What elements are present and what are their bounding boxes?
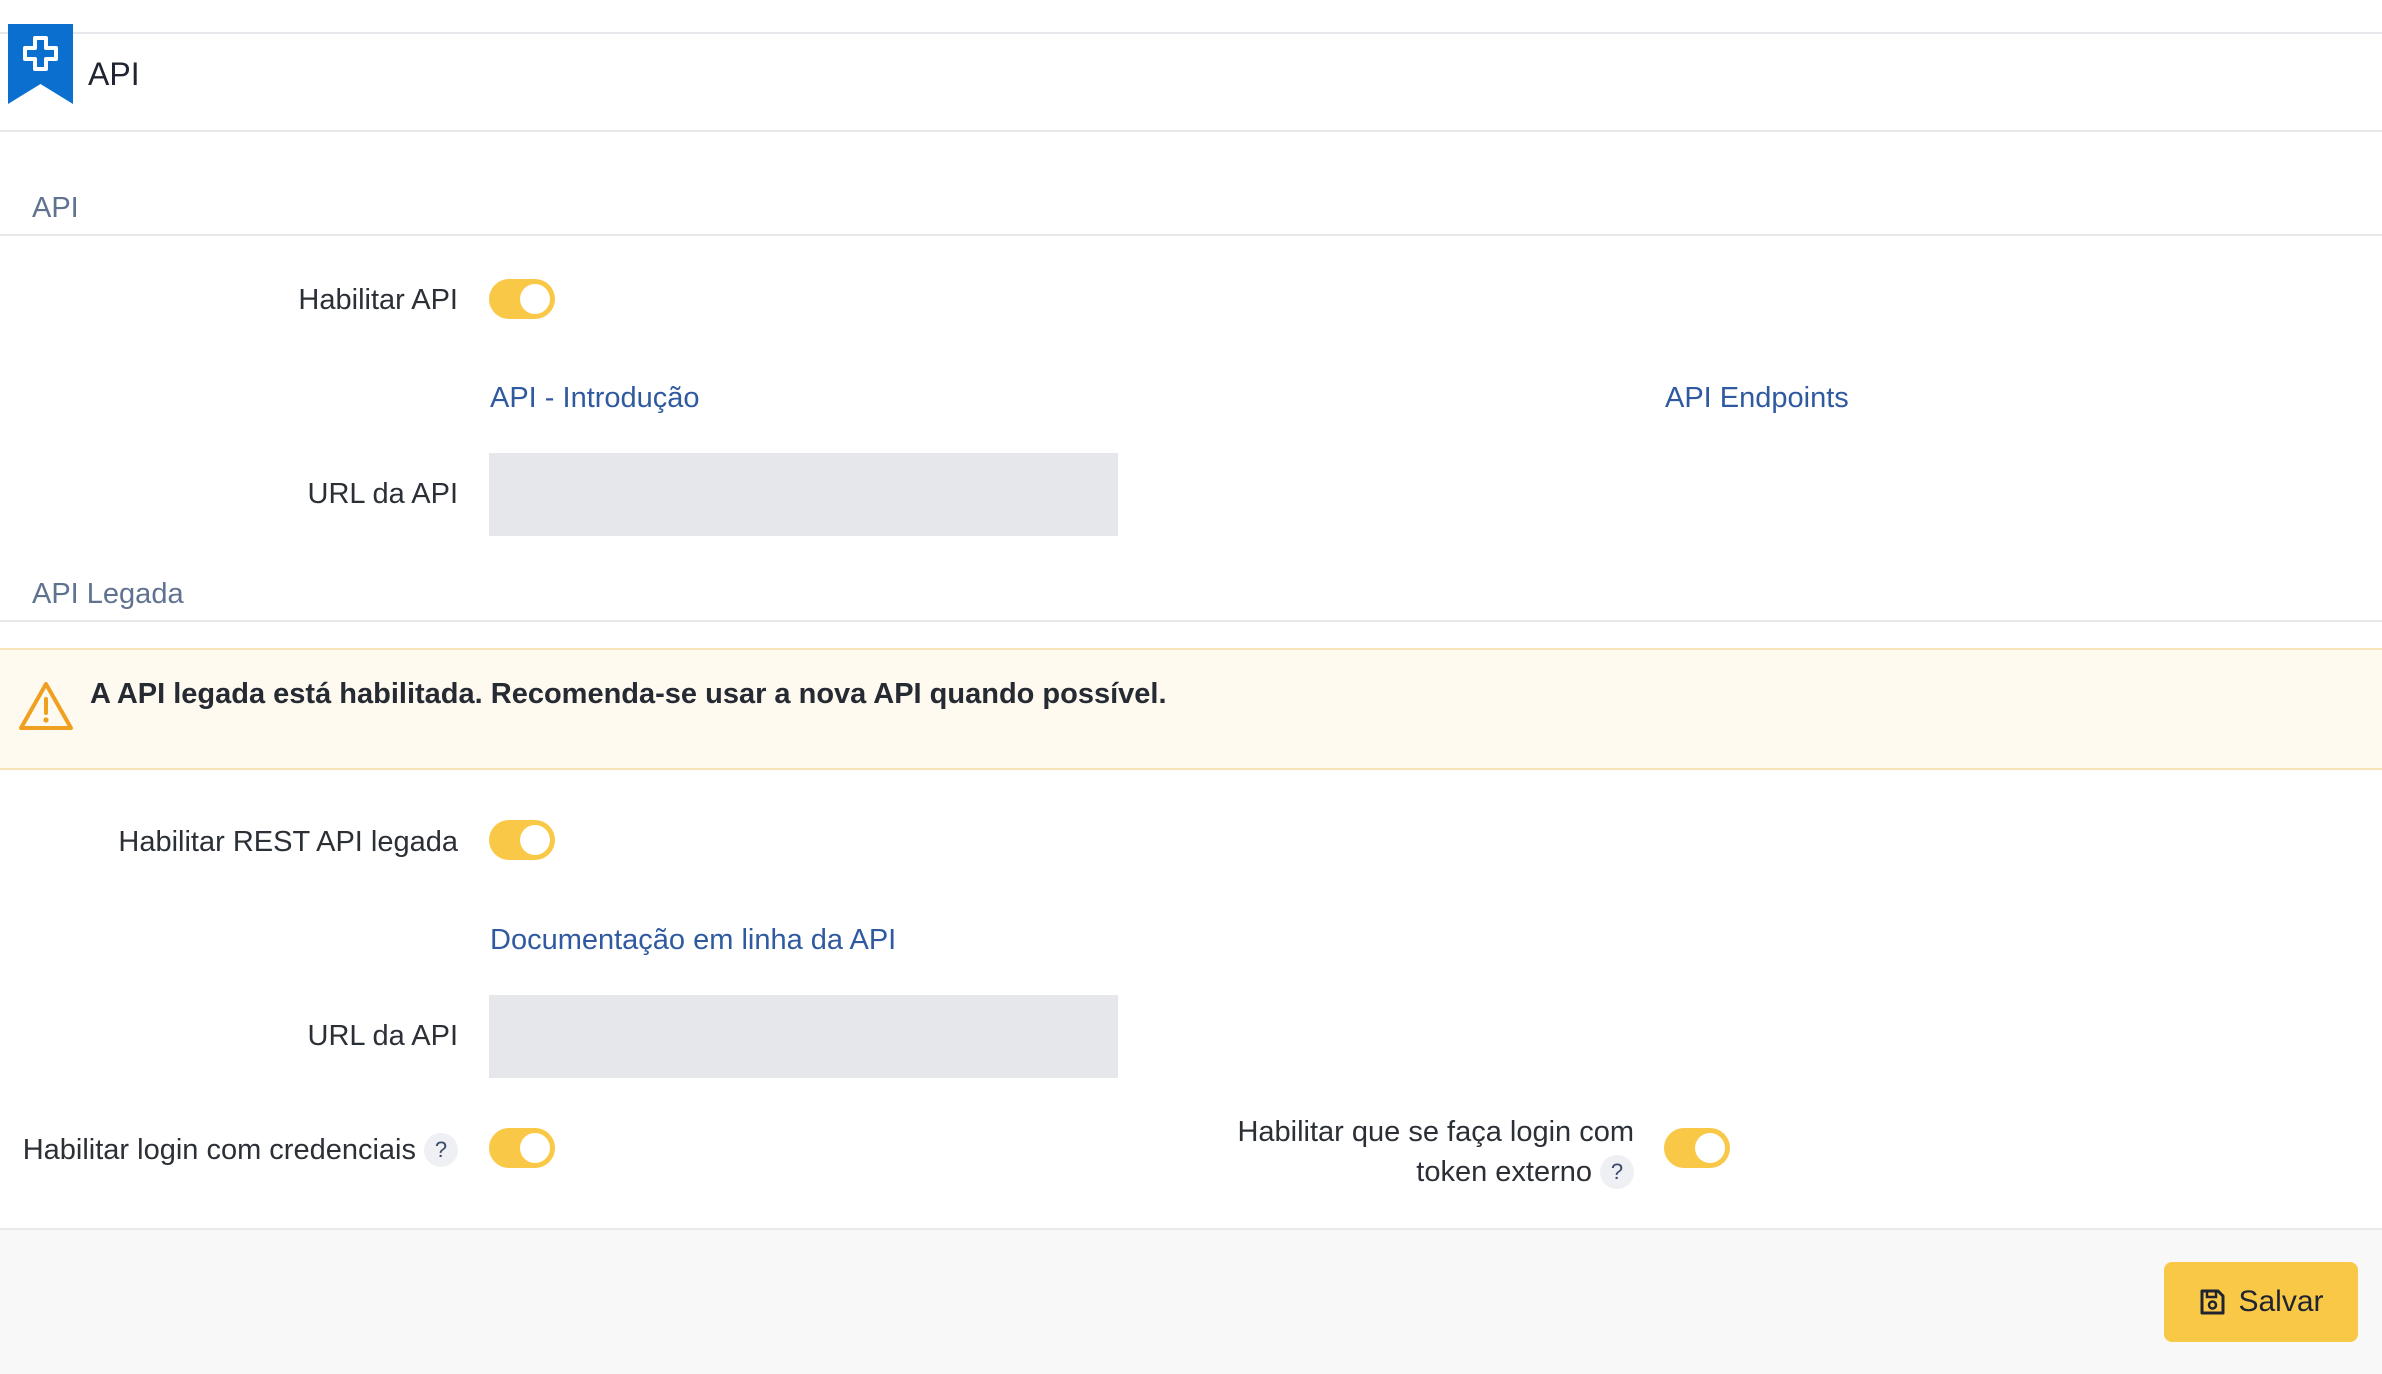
login-credentials-label-row: Habilitar login com credenciais ?: [23, 1130, 458, 1170]
enable-legacy-rest-label: Habilitar REST API legada: [118, 826, 458, 858]
section-title-api: API: [32, 192, 79, 224]
api-url-input[interactable]: [489, 453, 1118, 536]
enable-legacy-rest-toggle[interactable]: [489, 820, 555, 860]
enable-api-label: Habilitar API: [298, 284, 458, 316]
login-credentials-label: Habilitar login com credenciais: [22, 1134, 416, 1166]
form-footer: Salvar: [0, 1228, 2382, 1374]
api-intro-link[interactable]: API - Introdução: [490, 378, 700, 418]
page-title: API: [88, 56, 140, 92]
api-url-label: URL da API: [307, 478, 458, 510]
enable-api-toggle[interactable]: [489, 279, 555, 319]
warning-icon: [19, 682, 73, 730]
api-docs-link[interactable]: Documentação em linha da API: [490, 920, 896, 960]
save-icon: [2200, 1289, 2225, 1315]
toggle-knob: [520, 825, 550, 855]
section-divider-api: [0, 234, 2382, 236]
header-divider: [0, 130, 2382, 132]
plugin-icon: [8, 24, 73, 104]
help-icon[interactable]: ?: [1600, 1155, 1634, 1189]
toggle-knob: [520, 284, 550, 314]
legacy-api-url-input[interactable]: [489, 995, 1118, 1078]
api-endpoints-link[interactable]: API Endpoints: [1665, 378, 1849, 418]
legacy-warning-banner: A API legada está habilitada. Recomenda-…: [0, 648, 2382, 770]
section-title-legacy-api: API Legada: [32, 578, 184, 610]
save-button[interactable]: Salvar: [2164, 1262, 2358, 1342]
top-divider: [0, 32, 2382, 34]
toggle-knob: [1695, 1133, 1725, 1163]
toggle-knob: [520, 1133, 550, 1163]
login-token-toggle[interactable]: [1664, 1128, 1730, 1168]
warning-message: A API legada está habilitada. Recomenda-…: [90, 678, 1167, 710]
login-token-label-line1: Habilitar que se faça login com: [1237, 1116, 1634, 1148]
section-divider-legacy: [0, 620, 2382, 622]
login-token-label-row: token externo ?: [1416, 1152, 1634, 1192]
login-credentials-toggle[interactable]: [489, 1128, 555, 1168]
save-button-label: Salvar: [2238, 1285, 2324, 1318]
legacy-api-url-label: URL da API: [307, 1020, 458, 1052]
help-icon[interactable]: ?: [424, 1133, 458, 1167]
login-token-label-line2: token externo: [1416, 1156, 1592, 1188]
